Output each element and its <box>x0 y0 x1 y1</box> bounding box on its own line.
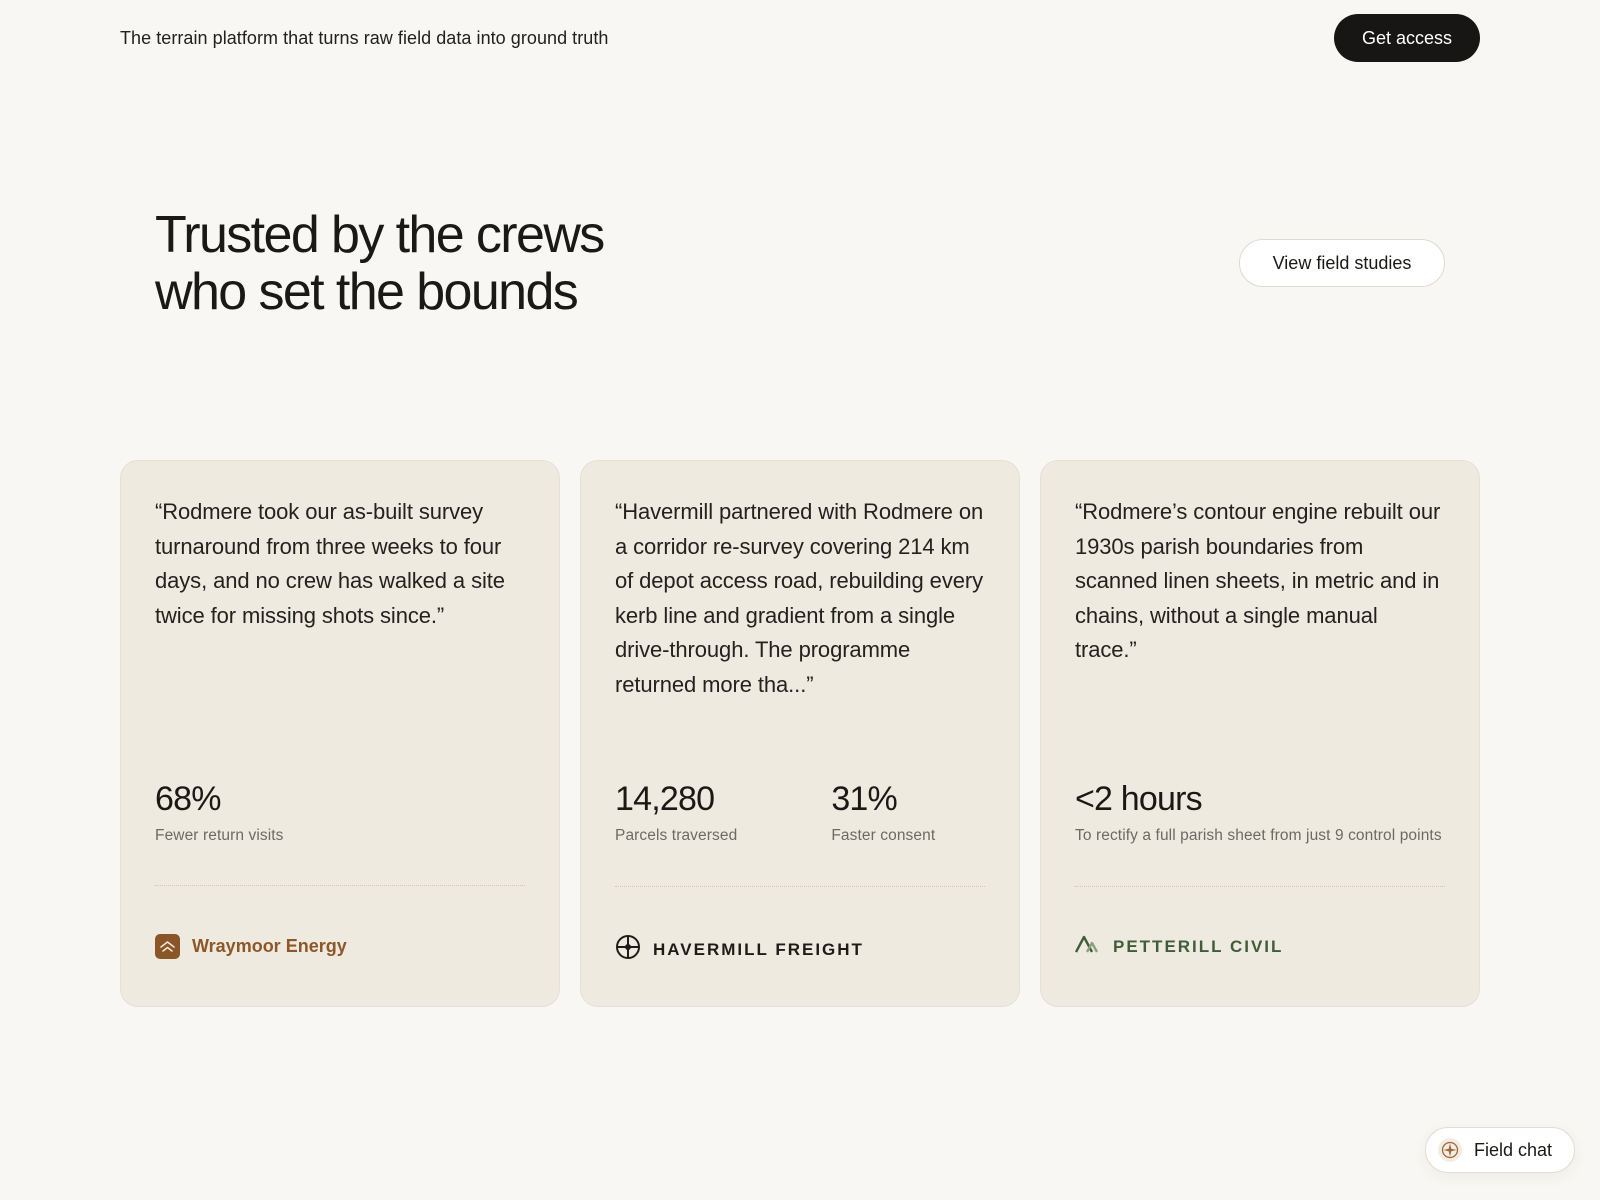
card-divider <box>155 885 525 886</box>
testimonial-quote: “Rodmere’s contour engine rebuilt our 19… <box>1075 499 1441 662</box>
card-divider <box>615 886 985 887</box>
testimonial-card-havermill[interactable]: “Havermill partnered with Rodmere on a c… <box>580 460 1020 1007</box>
stat-label: Fewer return visits <box>155 827 284 844</box>
tagline: The terrain platform that turns raw fiel… <box>120 27 609 48</box>
mountain-logo-icon <box>1074 934 1101 959</box>
stat: 31% Faster consent <box>831 779 935 846</box>
get-access-button[interactable]: Get access <box>1333 14 1480 62</box>
stats-row: <2 hours To rectify a full parish sheet … <box>1075 779 1445 846</box>
field-chat-label: Field chat <box>1474 1139 1553 1160</box>
stats-row: 68% Fewer return visits <box>155 779 525 846</box>
stat-label: Parcels traversed <box>615 827 738 844</box>
stat-value: 68% <box>155 780 221 818</box>
testimonial-cards: “Rodmere took our as-built survey turnar… <box>120 460 1480 1007</box>
testimonial-quote: “Havermill partnered with Rodmere on a c… <box>615 499 984 697</box>
field-chat-button[interactable]: Field chat <box>1425 1127 1575 1173</box>
testimonial-card-petterill[interactable]: “Rodmere’s contour engine rebuilt our 19… <box>1040 460 1480 1007</box>
stat: <2 hours To rectify a full parish sheet … <box>1075 779 1445 846</box>
stat-label: Faster consent <box>831 827 936 844</box>
crosshair-logo-icon <box>615 934 641 965</box>
stat-value: 31% <box>831 780 897 818</box>
stat-value: 14,280 <box>615 780 715 818</box>
headline-line-1: Trusted by the crews <box>155 206 605 264</box>
company-name: Wraymoor Energy <box>192 936 347 956</box>
stats-row: 14,280 Parcels traversed 31% Faster cons… <box>615 779 985 846</box>
testimonial-quote: “Rodmere took our as-built survey turnar… <box>155 499 505 628</box>
view-field-studies-button[interactable]: View field studies <box>1239 239 1445 287</box>
testimonial-card-wraymoor[interactable]: “Rodmere took our as-built survey turnar… <box>120 460 560 1007</box>
headline-line-2: who set the bounds <box>155 263 579 321</box>
company-brand: Wraymoor Energy <box>155 934 347 959</box>
company-name: PETTERILL CIVIL <box>1113 936 1284 956</box>
stat: 68% Fewer return visits <box>155 779 284 846</box>
company-brand: HAVERMILL FREIGHT <box>615 934 864 965</box>
chevron-up-logo-icon <box>155 934 180 959</box>
card-divider <box>1075 886 1445 887</box>
company-brand: PETTERILL CIVIL <box>1074 934 1284 959</box>
company-name: HAVERMILL FREIGHT <box>653 939 864 959</box>
stat-label: To rectify a full parish sheet from just… <box>1075 827 1442 844</box>
compass-icon <box>1438 1138 1462 1162</box>
section-headline: Trusted by the crews who set the bounds <box>155 207 755 321</box>
stat: 14,280 Parcels traversed <box>615 779 737 846</box>
top-bar: The terrain platform that turns raw fiel… <box>120 14 1480 62</box>
stat-value: <2 hours <box>1075 780 1203 818</box>
